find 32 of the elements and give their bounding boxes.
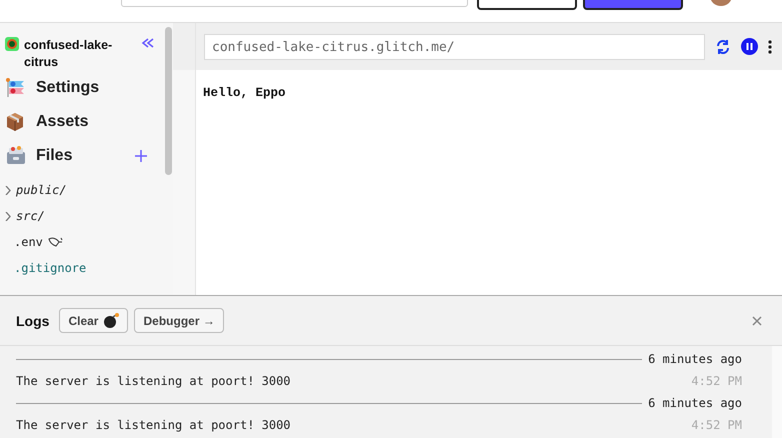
refresh-icon[interactable] (715, 38, 731, 54)
page-text: Hello, Eppo (203, 86, 286, 100)
log-time: 4:52 PM (691, 374, 742, 388)
folder-item[interactable]: src/ (16, 209, 45, 223)
debugger-button[interactable]: Debugger → (134, 308, 224, 333)
logs-title: Logs (16, 312, 50, 328)
file-item[interactable]: .gitignore (14, 261, 86, 275)
files-icon (5, 145, 26, 167)
log-message: The server is listening at poort! 3000 (16, 374, 291, 388)
clear-button[interactable]: Clear (59, 308, 128, 333)
nav-item[interactable]: Files (36, 147, 125, 165)
more-icon[interactable] (768, 40, 772, 54)
nav-item[interactable]: Settings (36, 79, 147, 97)
key-icon (48, 236, 64, 248)
bomb-icon (103, 313, 120, 328)
project-name[interactable]: confused-lake-citrus (24, 37, 136, 71)
url-field[interactable]: confused-lake-citrus.glitch.me/ (204, 34, 705, 60)
pause-icon[interactable] (741, 38, 758, 55)
scrollbar-thumb[interactable] (164, 27, 172, 175)
assets-icon (5, 111, 26, 133)
nav-item[interactable]: Assets (36, 113, 147, 131)
log-message: The server is listening at poort! 3000 (16, 418, 291, 432)
folder-item[interactable]: public/ (16, 183, 67, 197)
close-icon[interactable] (752, 316, 762, 326)
collapse-icon[interactable] (141, 37, 155, 49)
project-logo-icon (5, 37, 19, 51)
settings-icon (5, 77, 26, 99)
log-timestamp: 6 minutes ago (648, 396, 742, 410)
add-icon[interactable] (135, 150, 147, 162)
log-time: 4:52 PM (691, 418, 742, 432)
log-timestamp: 6 minutes ago (648, 352, 742, 366)
file-item[interactable]: .env (14, 235, 43, 249)
